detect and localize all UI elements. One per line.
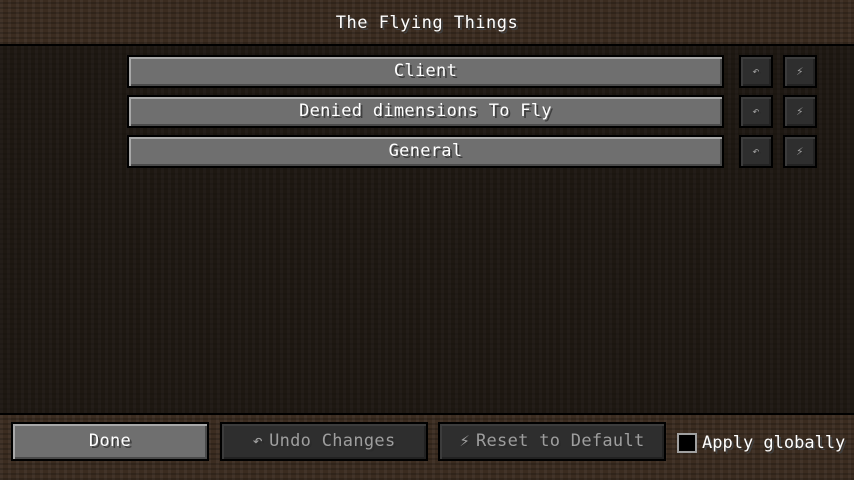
undo-icon: ↶	[752, 64, 760, 78]
reset-to-default-label: Reset to Default	[475, 431, 645, 451]
reset-to-default-button[interactable]: ⚡ Reset to Default	[438, 422, 666, 461]
undo-icon[interactable]: ↶	[739, 135, 773, 168]
reset-icon[interactable]: ⚡	[783, 95, 817, 128]
reset-icon[interactable]: ⚡	[783, 55, 817, 88]
reset-icon: ⚡	[796, 104, 804, 118]
apply-globally-label[interactable]: Apply globally	[702, 430, 845, 456]
undo-icon: ↶	[752, 104, 760, 118]
undo-icon[interactable]: ↶	[739, 95, 773, 128]
category-button-denied-dimensions[interactable]: Denied dimensions To Fly	[127, 95, 724, 128]
reset-icon[interactable]: ⚡	[783, 135, 817, 168]
undo-changes-label: Undo Changes	[269, 431, 396, 451]
undo-icon: ↶	[252, 431, 264, 451]
reset-icon: ⚡	[796, 64, 804, 78]
page-title: The Flying Things	[335, 13, 519, 33]
reset-icon: ⚡	[796, 144, 804, 158]
reset-icon: ⚡	[459, 431, 470, 451]
undo-icon[interactable]: ↶	[739, 55, 773, 88]
done-button[interactable]: Done	[11, 422, 209, 461]
category-button-client[interactable]: Client	[127, 55, 724, 88]
undo-icon: ↶	[752, 144, 760, 158]
config-screen: The Flying Things Client ↶ ⚡ Denied dime…	[0, 0, 854, 480]
apply-globally-checkbox[interactable]	[677, 433, 697, 453]
category-button-general[interactable]: General	[127, 135, 724, 168]
undo-changes-button[interactable]: ↶ Undo Changes	[220, 422, 428, 461]
